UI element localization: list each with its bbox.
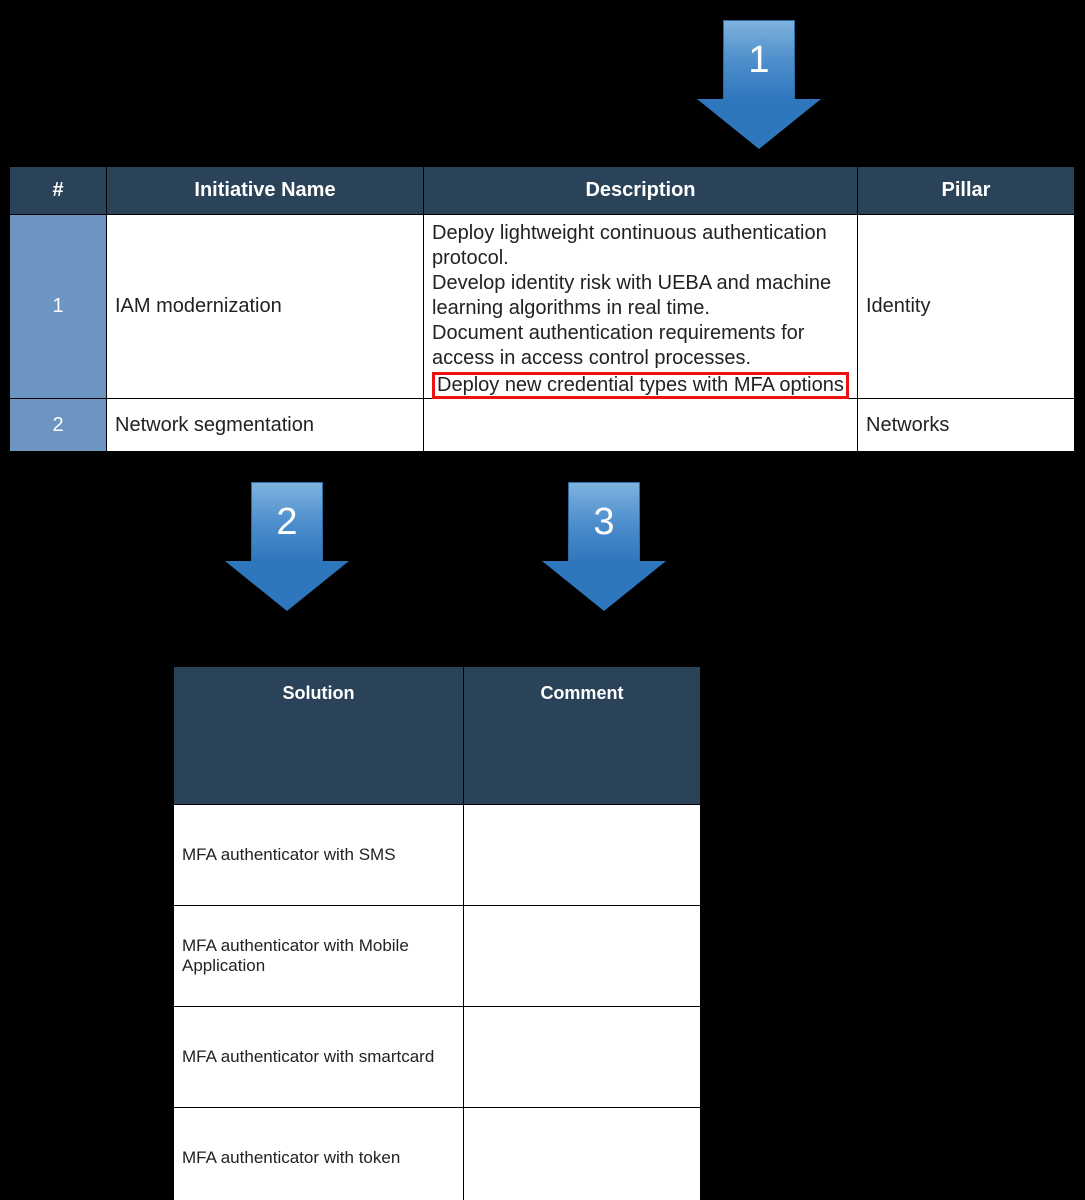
- cell-comment: [463, 805, 701, 906]
- step-arrow-3: 3: [542, 482, 666, 611]
- table-row: MFA authenticator with token: [173, 1108, 701, 1200]
- initiatives-table: # Initiative Name Description Pillar 1 I…: [8, 165, 1076, 453]
- cell-solution: MFA authenticator with token: [173, 1108, 463, 1200]
- cell-solution: MFA authenticator with SMS: [173, 805, 463, 906]
- cell-desc: [424, 399, 858, 453]
- highlighted-requirement: Deploy new credential types with MFA opt…: [432, 372, 849, 399]
- step-arrow-1: 1: [697, 20, 821, 149]
- cell-comment: [463, 906, 701, 1007]
- cell-name: Network segmentation: [107, 399, 424, 453]
- col-header-solution: Solution: [173, 666, 463, 805]
- cell-name: IAM modernization: [107, 215, 424, 399]
- table-row: MFA authenticator with SMS: [173, 805, 701, 906]
- col-header-num: #: [9, 166, 107, 215]
- cell-comment: [463, 1108, 701, 1200]
- col-header-name: Initiative Name: [107, 166, 424, 215]
- solutions-header-row: Solution Comment: [173, 666, 701, 805]
- col-header-desc: Description: [424, 166, 858, 215]
- cell-solution: MFA authenticator with smartcard: [173, 1007, 463, 1108]
- cell-num: 1: [9, 215, 107, 399]
- cell-num: 2: [9, 399, 107, 453]
- step-arrow-1-label: 1: [748, 41, 769, 79]
- cell-pillar: Networks: [858, 399, 1076, 453]
- table-row: 1 IAM modernization Deploy lightweight c…: [9, 215, 1075, 399]
- step-arrow-2: 2: [225, 482, 349, 611]
- col-header-comment: Comment: [463, 666, 701, 805]
- desc-line: Document authentication requirements for…: [432, 321, 849, 371]
- cell-pillar: Identity: [858, 215, 1076, 399]
- cell-desc: Deploy lightweight continuous authentica…: [424, 215, 858, 399]
- solutions-table: Solution Comment MFA authenticator with …: [172, 665, 702, 1200]
- cell-comment: [463, 1007, 701, 1108]
- desc-line: Develop identity risk with UEBA and mach…: [432, 271, 849, 321]
- diagram-canvas: 1 # Initiative Name Description Pillar 1…: [0, 0, 1085, 1200]
- initiatives-header-row: # Initiative Name Description Pillar: [9, 166, 1075, 215]
- step-arrow-3-label: 3: [593, 503, 614, 541]
- table-row: MFA authenticator with smartcard: [173, 1007, 701, 1108]
- table-row: 2 Network segmentation Networks: [9, 399, 1075, 453]
- col-header-pillar: Pillar: [858, 166, 1076, 215]
- cell-solution: MFA authenticator with Mobile Applicatio…: [173, 906, 463, 1007]
- step-arrow-2-label: 2: [276, 503, 297, 541]
- desc-line: Deploy lightweight continuous authentica…: [432, 221, 849, 271]
- table-row: MFA authenticator with Mobile Applicatio…: [173, 906, 701, 1007]
